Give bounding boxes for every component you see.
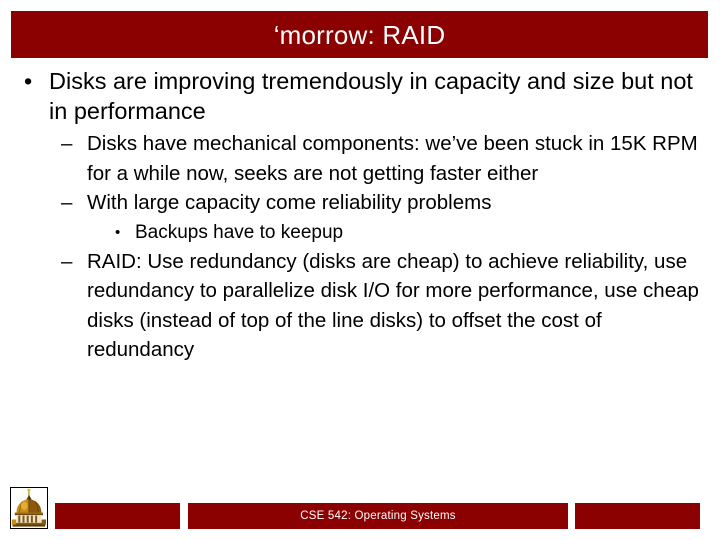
bullet-item-level-2: – RAID: Use redundancy (disks are cheap)… (49, 247, 706, 365)
footer-bar-right (575, 503, 700, 529)
footer-bar-left (55, 503, 180, 529)
slide-body: • Disks are improving tremendously in ca… (16, 66, 706, 367)
bullet-text: RAID: Use redundancy (disks are cheap) t… (87, 249, 699, 362)
bullet-text: With large capacity come reliability pro… (87, 191, 492, 214)
bullet-text: Backups have to keepup (135, 221, 344, 243)
footer-course-label: CSE 542: Operating Systems (300, 510, 456, 522)
bullet-list-level-1: • Disks are improving tremendously in ca… (16, 66, 706, 365)
bullet-item-level-3: • Backups have to keepup (87, 218, 706, 247)
golden-dome-logo (10, 487, 48, 529)
bullet-text: Disks are improving tremendously in capa… (49, 68, 693, 124)
bullet-item-level-2: – Disks have mechanical components: we’v… (49, 129, 706, 188)
bullet-list-level-2: – Disks have mechanical components: we’v… (49, 129, 706, 365)
bullet-list-level-3: • Backups have to keepup (87, 218, 706, 247)
bullet-item-level-2: – With large capacity come reliability p… (49, 188, 706, 247)
dash-bullet-marker-icon: – (61, 132, 73, 155)
dash-bullet-marker-icon: – (61, 249, 73, 273)
slide-title-bar: ‘morrow: RAID (11, 11, 708, 58)
bullet-item-level-1: • Disks are improving tremendously in ca… (16, 66, 706, 365)
bullet-marker-icon: • (24, 68, 33, 94)
bullet-marker-icon: • (115, 223, 121, 241)
slide-canvas: ‘morrow: RAID • Disks are improving trem… (0, 0, 720, 540)
footer-bar-center: CSE 542: Operating Systems (188, 503, 568, 529)
slide-title: ‘morrow: RAID (273, 19, 446, 50)
golden-dome-icon (11, 488, 47, 528)
dash-bullet-marker-icon: – (61, 191, 73, 214)
bullet-text: Disks have mechanical components: we’ve … (87, 132, 698, 185)
